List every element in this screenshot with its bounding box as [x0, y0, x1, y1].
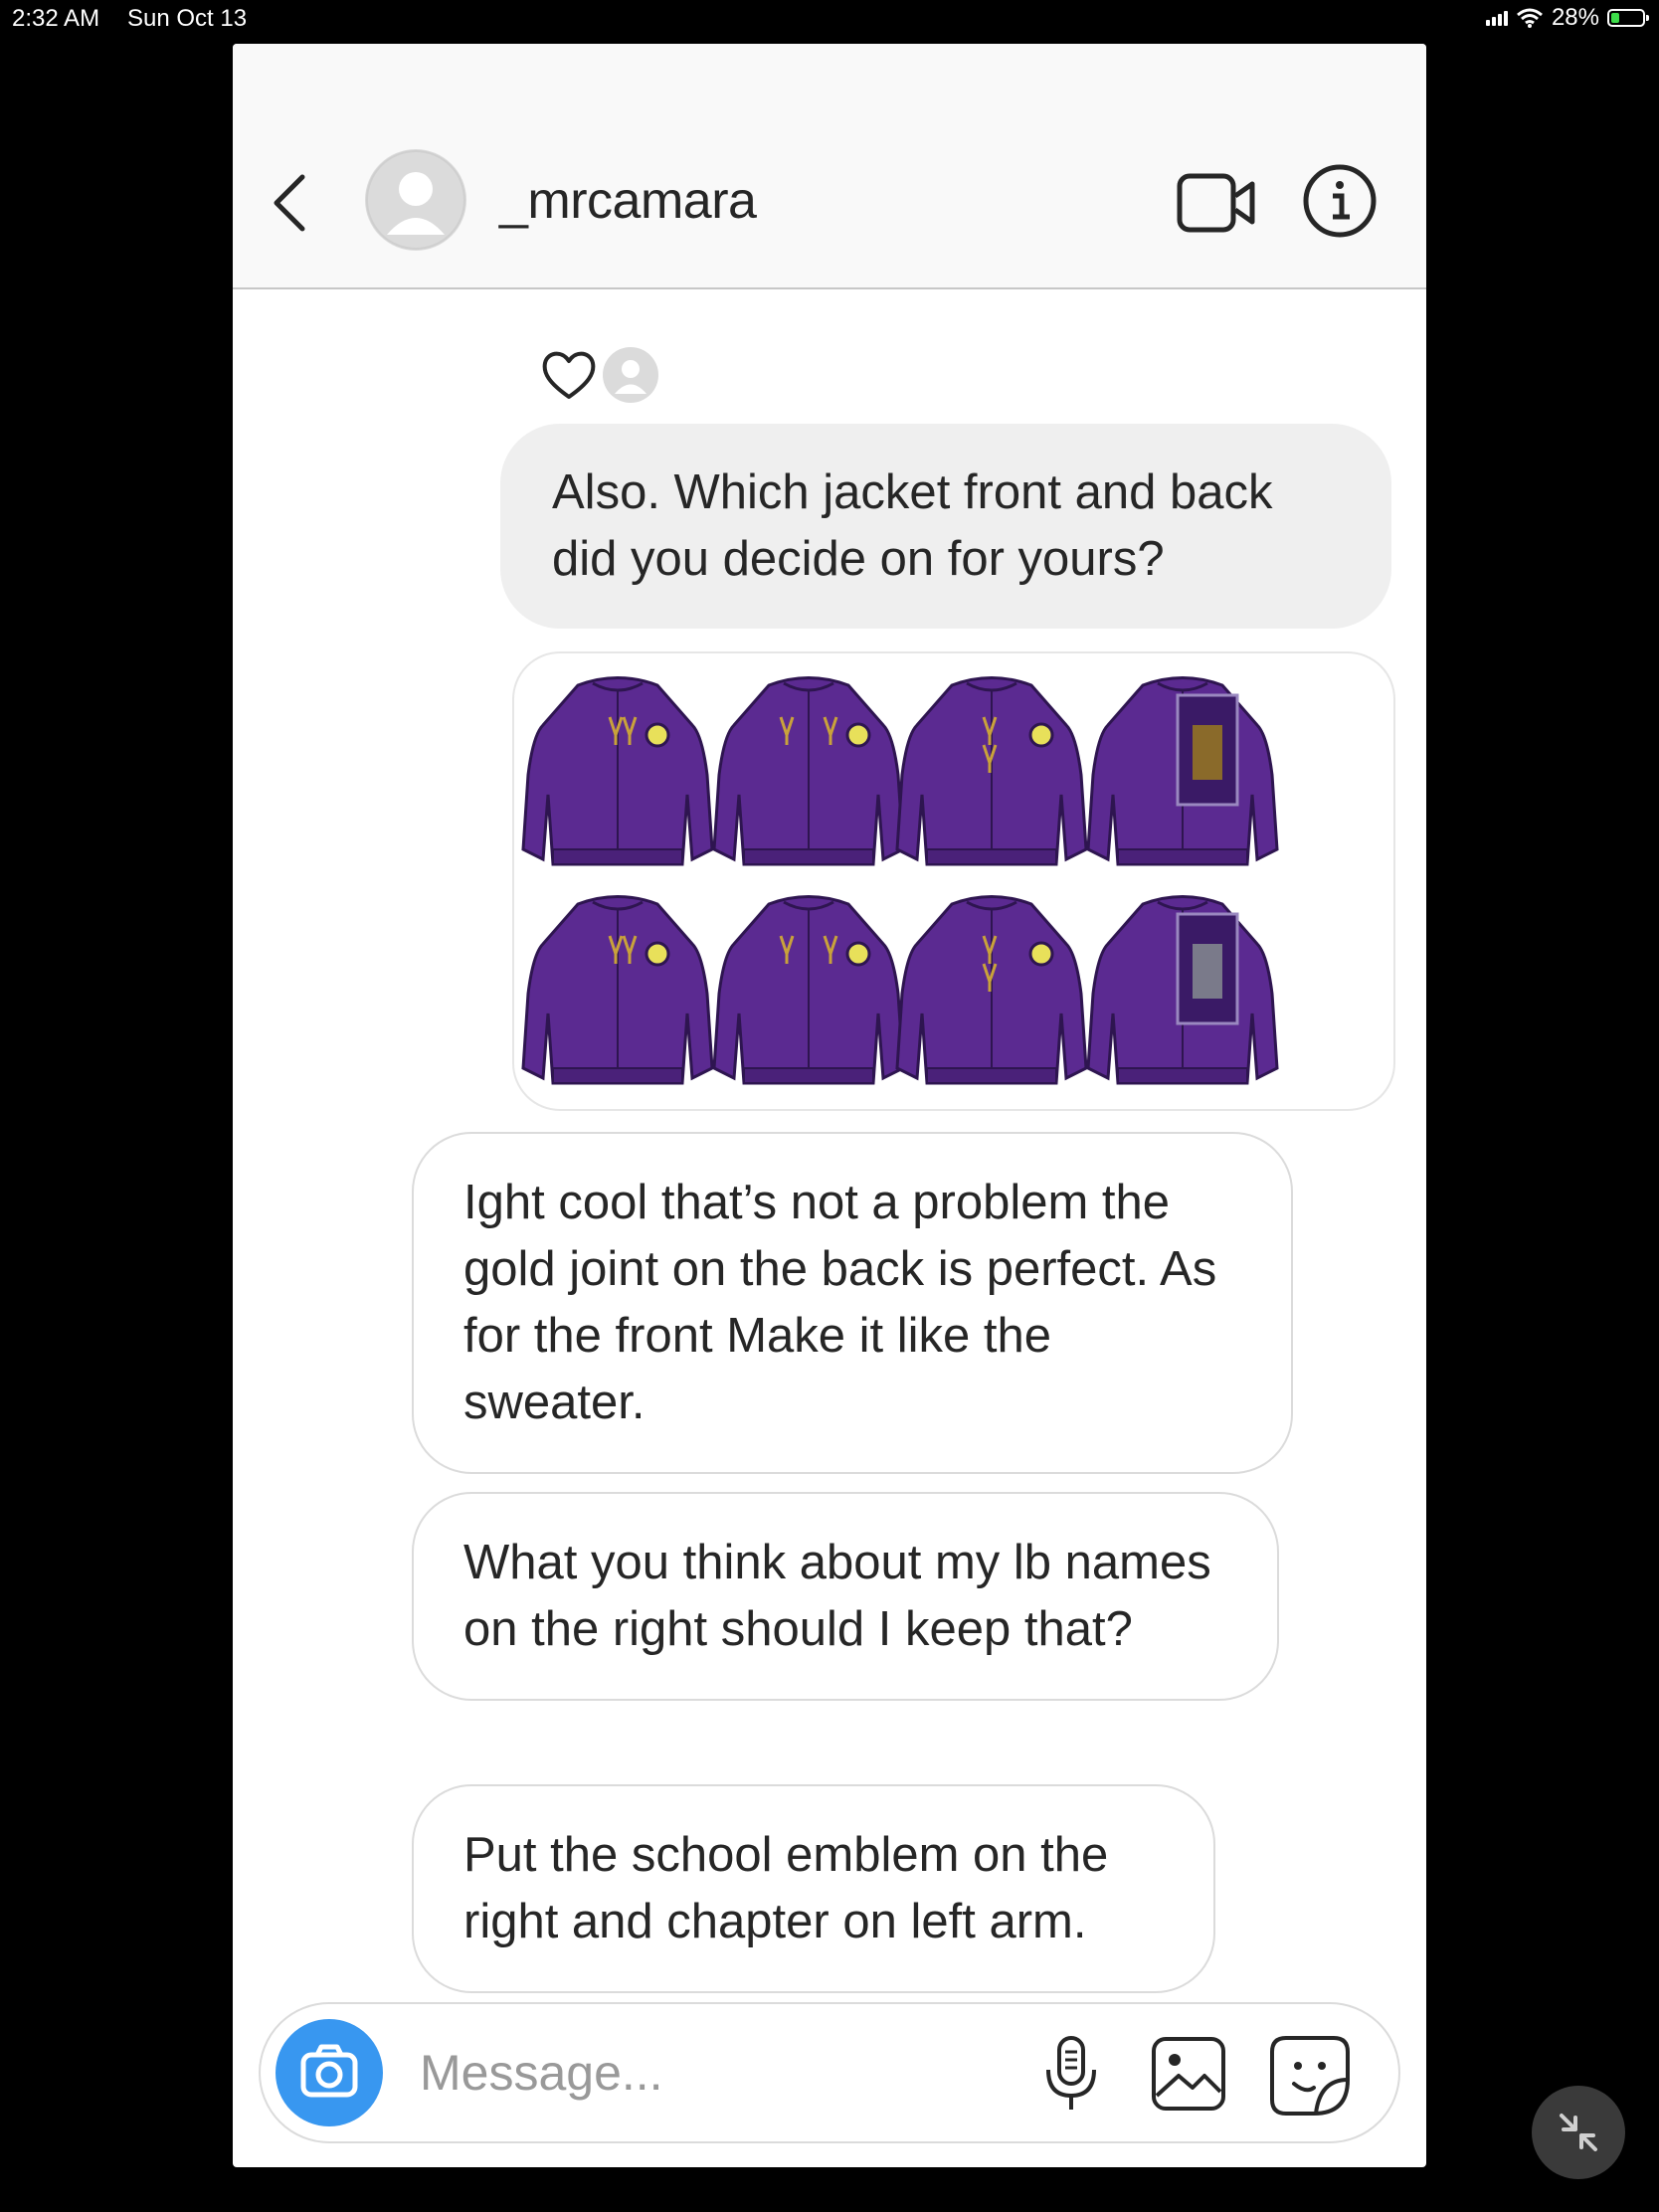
battery-fill — [1611, 13, 1619, 23]
jacket-thumbnail — [521, 676, 714, 866]
status-date: Sun Oct 13 — [127, 5, 248, 32]
message-text: Ight cool that’s not a problem the gold … — [463, 1176, 1217, 1429]
message-text: Also. Which jacket front and back did yo… — [552, 465, 1273, 586]
message-text: Put the school emblem on the right and c… — [463, 1828, 1109, 1948]
chat-header: _mrcamara — [233, 44, 1426, 289]
status-bar: 2:32 AM Sun Oct 13 28% — [0, 0, 1659, 40]
jacket-thumbnail — [712, 895, 905, 1085]
contact-avatar[interactable] — [365, 149, 466, 251]
jacket-thumbnail — [895, 895, 1088, 1085]
image-message[interactable] — [512, 651, 1395, 1111]
info-icon[interactable] — [1300, 161, 1380, 241]
message-thread[interactable]: Also. Which jacket front and back did yo… — [233, 289, 1426, 2018]
camera-icon — [300, 2044, 358, 2098]
jacket-thumbnails — [521, 676, 1279, 1085]
battery-percent: 28% — [1551, 4, 1599, 31]
received-message[interactable]: Put the school emblem on the right and c… — [412, 1784, 1215, 1993]
message-text: What you think about my lb names on the … — [463, 1536, 1211, 1656]
back-chevron-icon[interactable] — [263, 163, 322, 243]
microphone-icon[interactable] — [1036, 2034, 1106, 2114]
message-input[interactable] — [420, 2040, 1016, 2106]
jacket-thumbnail — [895, 676, 1088, 866]
message-composer — [259, 2002, 1400, 2143]
message-reaction — [539, 347, 658, 403]
status-right: 28% — [1485, 4, 1649, 32]
messenger-window: _mrcamara Also. Which jacket front and b… — [233, 44, 1426, 2167]
jacket-thumbnail — [521, 895, 714, 1085]
sticker-icon[interactable] — [1268, 2034, 1352, 2118]
battery-icon — [1607, 9, 1649, 27]
camera-button[interactable] — [276, 2019, 383, 2126]
reactor-avatar — [603, 347, 658, 403]
jacket-thumbnail — [1086, 676, 1279, 866]
received-message[interactable]: What you think about my lb names on the … — [412, 1492, 1279, 1701]
video-call-icon[interactable] — [1176, 168, 1257, 238]
cellular-signal-icon — [1485, 10, 1508, 26]
sent-message[interactable]: Also. Which jacket front and back did yo… — [500, 424, 1391, 629]
heart-icon[interactable] — [539, 347, 599, 403]
jacket-thumbnail — [1086, 895, 1279, 1085]
received-message[interactable]: Ight cool that’s not a problem the gold … — [412, 1132, 1293, 1474]
wifi-icon — [1516, 8, 1543, 28]
status-time: 2:32 AM — [12, 5, 100, 32]
jacket-grid-image — [521, 676, 1279, 1085]
minimize-arrows-icon — [1560, 2114, 1597, 2151]
minimize-button[interactable] — [1532, 2086, 1625, 2179]
contact-username[interactable]: _mrcamara — [499, 171, 757, 231]
jacket-thumbnail — [712, 676, 905, 866]
gallery-icon[interactable] — [1149, 2034, 1228, 2114]
